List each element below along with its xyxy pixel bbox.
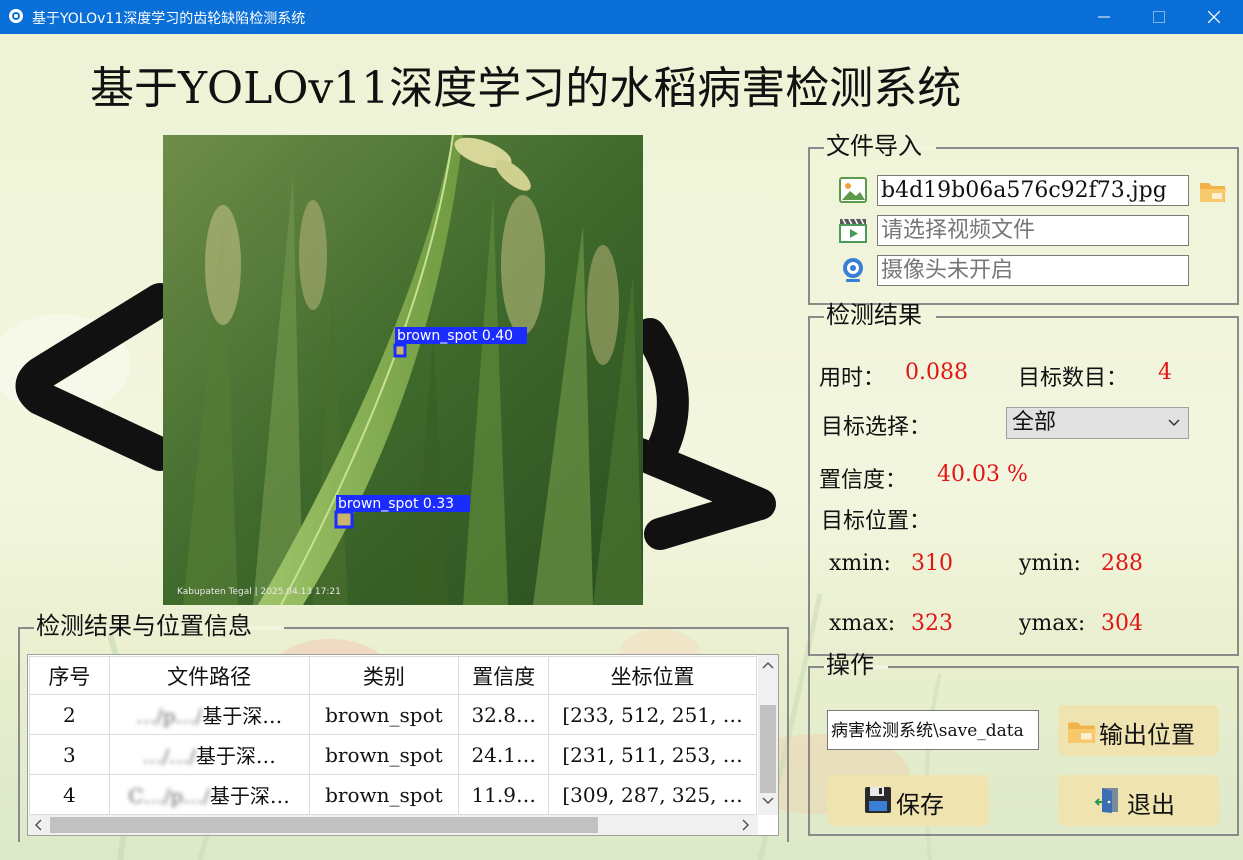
ymin-label: ymin:: [1019, 551, 1081, 576]
cell-path-text: 基于深…: [195, 744, 276, 768]
page-title: 基于YOLOv11深度学习的水稻病害检测系统: [90, 63, 962, 114]
save-path-input[interactable]: 病害检测系统\save_data: [827, 710, 1039, 750]
folder-open-icon[interactable]: [1198, 176, 1228, 206]
video-file-icon[interactable]: [838, 215, 868, 245]
column-header-id[interactable]: 序号: [29, 656, 110, 695]
scroll-up-icon[interactable]: [762, 661, 774, 669]
confidence-value: 40.03 %: [937, 462, 1028, 487]
target-select-value: 全部: [1012, 410, 1057, 435]
column-header-class[interactable]: 类别: [308, 656, 460, 695]
column-header-coords[interactable]: 坐标位置: [548, 656, 757, 695]
cell-confidence: 11.9…: [458, 774, 550, 815]
close-button[interactable]: [1192, 0, 1236, 34]
horizontal-scrollbar[interactable]: [28, 815, 758, 835]
table-row[interactable]: 2 …/p…/基于深… brown_spot 32.8… [233, 512, …: [29, 694, 757, 735]
detection-label-1: brown_spot 0.40: [397, 328, 513, 344]
exit-button-label: 退出: [1127, 791, 1175, 819]
cell-confidence: 24.1…: [458, 734, 550, 775]
output-location-button[interactable]: 输出位置: [1058, 705, 1219, 756]
cell-coords: [233, 512, 251, …: [548, 694, 757, 735]
table-header-row: 序号 文件路径 类别 置信度 坐标位置: [29, 656, 757, 695]
cell-path: …/p…/基于深…: [108, 694, 310, 735]
cell-path: …/…/基于深…: [108, 734, 310, 775]
scroll-left-icon[interactable]: [34, 819, 42, 831]
minimize-button[interactable]: [1082, 0, 1126, 34]
file-import-title: 文件导入: [826, 132, 922, 160]
detect-result-title: 检测结果: [826, 301, 922, 329]
save-path-value: 病害检测系统\save_data: [831, 721, 1024, 741]
cell-id: 4: [29, 774, 110, 815]
camera-icon[interactable]: [838, 255, 868, 285]
confidence-label: 置信度：: [819, 468, 908, 493]
results-table-title: 检测结果与位置信息: [36, 612, 252, 640]
column-header-confidence[interactable]: 置信度: [458, 656, 550, 695]
window-title: 基于YOLOv11深度学习的齿轮缺陷检测系统: [32, 11, 306, 27]
count-value: 4: [1158, 360, 1172, 385]
ymax-value: 304: [1101, 611, 1143, 636]
xmax-value: 323: [911, 611, 953, 636]
save-button-label: 保存: [896, 791, 944, 819]
cell-coords: [231, 511, 253, …: [548, 734, 757, 775]
vertical-scrollbar-thumb[interactable]: [760, 705, 776, 793]
save-button[interactable]: 保存: [827, 775, 989, 826]
scroll-down-icon[interactable]: [762, 797, 774, 805]
cell-coords: [309, 287, 325, …: [548, 774, 757, 815]
output-location-label: 输出位置: [1099, 721, 1195, 749]
cell-id: 2: [29, 694, 110, 735]
cell-path-prefix: …/…/: [142, 744, 196, 768]
close-icon: [1208, 11, 1220, 23]
operations-title: 操作: [826, 651, 874, 679]
cell-class: brown_spot: [308, 774, 460, 815]
minimize-icon: [1098, 16, 1110, 18]
cell-confidence: 32.8…: [458, 694, 550, 735]
app-icon: [9, 9, 23, 23]
cell-class: brown_spot: [308, 694, 460, 735]
image-file-icon[interactable]: [838, 175, 868, 205]
position-label: 目标位置：: [821, 509, 932, 534]
scroll-right-icon[interactable]: [742, 819, 750, 831]
cell-path: C…/p…/基于深…: [108, 774, 310, 815]
cell-path-prefix: C…/p…/: [128, 784, 210, 808]
xmin-label: xmin:: [829, 551, 891, 576]
cell-path-prefix: …/p…/: [135, 704, 203, 728]
image-file-input[interactable]: b4d19b06a576c92f73.jpg: [877, 175, 1189, 206]
exit-door-icon: [1094, 788, 1118, 813]
maximize-button[interactable]: [1137, 0, 1181, 34]
results-table: 序号 文件路径 类别 置信度 坐标位置 2 …/p…/基于深… brown_sp…: [29, 656, 757, 815]
window-titlebar: 基于YOLOv11深度学习的齿轮缺陷检测系统: [0, 0, 1243, 34]
video-file-input[interactable]: 请选择视频文件: [877, 215, 1189, 246]
cell-class: brown_spot: [308, 734, 460, 775]
cell-path-text: 基于深…: [209, 784, 290, 808]
time-value: 0.088: [905, 360, 968, 385]
vertical-scrollbar[interactable]: [758, 655, 778, 815]
horizontal-scrollbar-thumb[interactable]: [50, 817, 598, 833]
ymin-value: 288: [1101, 551, 1143, 576]
column-header-path[interactable]: 文件路径: [108, 656, 310, 695]
maximize-icon: [1153, 11, 1165, 23]
xmax-label: xmax:: [829, 611, 896, 636]
chevron-down-icon: [1168, 419, 1180, 427]
camera-input[interactable]: 摄像头未开启: [877, 255, 1189, 286]
image-watermark: Kabupaten Tegal | 2025.04.13 17:21: [177, 587, 341, 597]
cell-id: 3: [29, 734, 110, 775]
table-row[interactable]: 3 …/…/基于深… brown_spot 24.1… [231, 511, 2…: [29, 734, 757, 775]
detection-label-2: brown_spot 0.33: [338, 496, 454, 512]
target-select[interactable]: 全部: [1006, 407, 1189, 439]
count-label: 目标数目：: [1018, 366, 1129, 391]
cell-path-text: 基于深…: [202, 704, 283, 728]
time-label: 用时：: [819, 366, 886, 391]
detection-image: brown_spot 0.40 brown_spot 0.33 Kabupate…: [163, 135, 643, 605]
table-row[interactable]: 4 C…/p…/基于深… brown_spot 11.9… [309, 287,…: [29, 774, 757, 815]
folder-open-icon: [1068, 722, 1096, 743]
xmin-value: 310: [911, 551, 953, 576]
target-select-label: 目标选择：: [821, 415, 932, 440]
exit-button[interactable]: 退出: [1058, 775, 1219, 826]
floppy-disk-icon: [865, 787, 891, 813]
ymax-label: ymax:: [1019, 611, 1086, 636]
